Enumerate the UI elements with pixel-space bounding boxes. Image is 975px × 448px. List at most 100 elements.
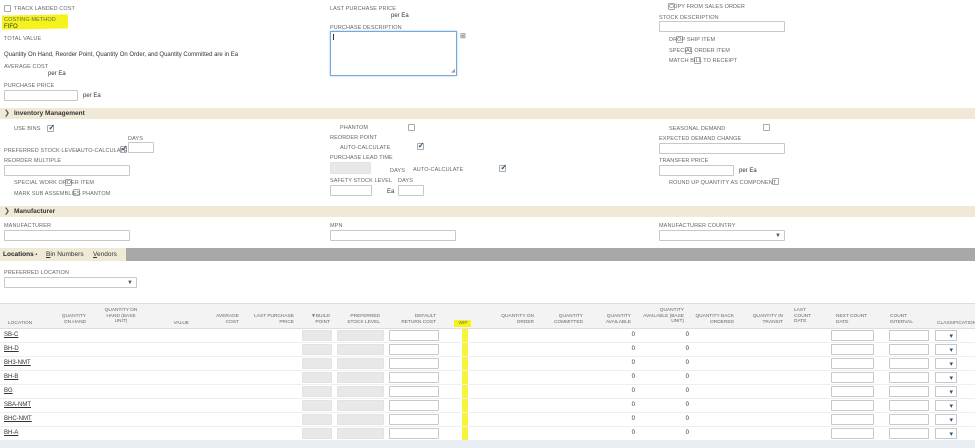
phantom-checkbox[interactable] — [408, 124, 416, 131]
default-return-cost-cell[interactable] — [389, 344, 439, 355]
build-point-cell[interactable] — [302, 330, 332, 341]
col-qty-on-hand: QUANTITY ON HAND — [61, 314, 86, 325]
table-row[interactable]: BH-D 0 0 — [0, 343, 975, 357]
table-row[interactable]: BH-A 0 0 — [0, 427, 975, 441]
tab-locations[interactable]: Locations • — [3, 251, 37, 258]
default-return-cost-cell[interactable] — [389, 400, 439, 411]
location-link[interactable]: BH3-NMT — [4, 360, 31, 366]
lead-time-auto-calc-checkbox[interactable] — [499, 163, 507, 172]
classification-select[interactable] — [935, 344, 957, 355]
location-link[interactable]: SB-C — [4, 332, 18, 338]
seasonal-demand-checkbox[interactable] — [763, 124, 771, 131]
location-link[interactable]: BH-A — [4, 430, 18, 436]
default-return-cost-cell[interactable] — [389, 330, 439, 341]
classification-select[interactable] — [935, 330, 957, 341]
table-row[interactable]: BG 0 0 — [0, 385, 975, 399]
expand-editor-icon[interactable]: ⊞ — [460, 32, 466, 40]
build-point-cell[interactable] — [302, 386, 332, 397]
next-count-date-cell[interactable] — [831, 386, 874, 397]
build-point-cell[interactable] — [302, 344, 332, 355]
units-note: Quantity On Hand, Reorder Point, Quantit… — [4, 52, 239, 58]
default-return-cost-cell[interactable] — [389, 414, 439, 425]
manufacturer-section-header[interactable]: ❯ Manufacturer — [0, 206, 975, 217]
next-count-date-cell[interactable] — [831, 372, 874, 383]
tab-bin-numbers[interactable]: Bin Numbers — [46, 251, 84, 258]
manufacturer-input[interactable] — [4, 230, 130, 241]
build-point-cell[interactable] — [302, 400, 332, 411]
preferred-stock-level-cell[interactable] — [337, 428, 384, 439]
transfer-price-input[interactable] — [659, 165, 734, 176]
use-bins-checkbox[interactable] — [47, 123, 55, 132]
default-return-cost-cell[interactable] — [389, 358, 439, 369]
table-row[interactable]: SB-C 0 0 — [0, 329, 975, 343]
count-interval-cell[interactable] — [889, 330, 929, 341]
manufacturer-country-select[interactable]: ▼ — [659, 230, 785, 241]
tab-vendors[interactable]: Vendors — [93, 251, 117, 258]
count-interval-cell[interactable] — [889, 358, 929, 369]
preferred-stock-level-cell[interactable] — [337, 414, 384, 425]
stock-description-input[interactable] — [659, 21, 785, 32]
location-link[interactable]: BH-D — [4, 346, 19, 352]
table-row[interactable]: BHC-NMT 0 0 — [0, 413, 975, 427]
classification-select[interactable] — [935, 400, 957, 411]
next-count-date-cell[interactable] — [831, 400, 874, 411]
build-point-cell[interactable] — [302, 414, 332, 425]
table-row[interactable]: BH-B 0 0 — [0, 371, 975, 385]
preferred-stock-level-cell[interactable] — [337, 400, 384, 411]
reorder-multiple-label: REORDER MULTIPLE — [4, 158, 62, 164]
build-point-cell[interactable] — [302, 358, 332, 369]
next-count-date-cell[interactable] — [831, 330, 874, 341]
mpn-input[interactable] — [330, 230, 456, 241]
classification-select[interactable] — [935, 428, 957, 439]
default-return-cost-cell[interactable] — [389, 372, 439, 383]
resize-grip-icon[interactable]: ◢ — [451, 68, 455, 74]
preferred-stock-level-cell[interactable] — [337, 344, 384, 355]
days-input[interactable] — [128, 142, 154, 153]
col-build-point[interactable]: ▼BUILD POINT — [306, 314, 330, 325]
count-interval-cell[interactable] — [889, 344, 929, 355]
default-return-cost-cell[interactable] — [389, 386, 439, 397]
preferred-stock-level-cell[interactable] — [337, 358, 384, 369]
location-link[interactable]: BHC-NMT — [4, 416, 32, 422]
count-interval-cell[interactable] — [889, 386, 929, 397]
safety-days-label: DAYS — [398, 178, 413, 184]
round-up-quantity-label: ROUND UP QUANTITY AS COMPONENT — [669, 180, 777, 186]
count-interval-cell[interactable] — [889, 414, 929, 425]
classification-select[interactable] — [935, 358, 957, 369]
safety-stock-level-input[interactable] — [330, 185, 372, 196]
preferred-stock-level-cell[interactable] — [337, 386, 384, 397]
expected-demand-change-input[interactable] — [659, 143, 785, 154]
next-count-date-cell[interactable] — [831, 344, 874, 355]
count-interval-cell[interactable] — [889, 400, 929, 411]
build-point-cell[interactable] — [302, 428, 332, 439]
preferred-location-select[interactable]: ▼ — [4, 277, 137, 288]
next-count-date-cell[interactable] — [831, 358, 874, 369]
classification-select[interactable] — [935, 372, 957, 383]
classification-select[interactable] — [935, 386, 957, 397]
preferred-stock-level-cell[interactable] — [337, 372, 384, 383]
location-link[interactable]: BH-B — [4, 374, 18, 380]
count-interval-cell[interactable] — [889, 428, 929, 439]
location-link[interactable]: BG — [4, 388, 13, 394]
purchase-description-textarea[interactable]: ◢ — [330, 31, 457, 76]
table-row[interactable]: SBA-NMT 0 0 — [0, 399, 975, 413]
preferred-stock-level-cell[interactable] — [337, 330, 384, 341]
purchase-lead-time-input[interactable] — [330, 162, 371, 174]
qty-available-value: 0 — [631, 416, 635, 422]
next-count-date-cell[interactable] — [831, 428, 874, 439]
count-interval-cell[interactable] — [889, 372, 929, 383]
track-landed-cost-checkbox[interactable] — [4, 5, 11, 12]
special-work-order-item-label: SPECIAL WORK ORDER ITEM — [14, 180, 95, 186]
location-link[interactable]: SBA-NMT — [4, 402, 31, 408]
next-count-date-cell[interactable] — [831, 414, 874, 425]
safety-days-input[interactable] — [398, 185, 424, 196]
table-row[interactable]: BH3-NMT 0 0 — [0, 357, 975, 371]
default-return-cost-cell[interactable] — [389, 428, 439, 439]
classification-select[interactable] — [935, 414, 957, 425]
reorder-multiple-input[interactable] — [4, 165, 130, 176]
build-point-cell[interactable] — [302, 372, 332, 383]
inventory-management-section-header[interactable]: ❯ Inventory Management — [0, 108, 975, 119]
qty-available-base-value: 0 — [685, 416, 689, 422]
purchase-price-input[interactable] — [4, 90, 78, 101]
reorder-auto-calc-checkbox[interactable] — [416, 141, 424, 150]
